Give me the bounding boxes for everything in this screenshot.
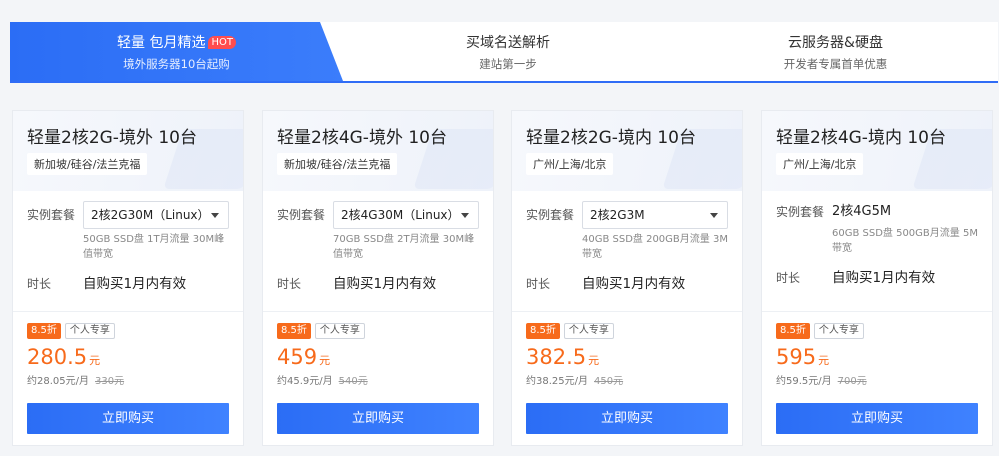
price: 595 xyxy=(776,345,817,369)
divider xyxy=(13,311,243,312)
price: 382.5 xyxy=(526,345,587,369)
tab-title: 云服务器&硬盘 xyxy=(788,35,883,51)
duration-label: 时长 xyxy=(526,277,551,291)
divider xyxy=(512,311,742,312)
discount-badge: 8.5折 xyxy=(776,323,810,339)
price-area: 8.5折 个人专享 595 元 约59.5元/月 700元 xyxy=(776,323,978,387)
price-area: 8.5折 个人专享 382.5 元 约38.25元/月 450元 xyxy=(526,323,728,387)
tab-title-text: 轻量 包月精选 xyxy=(117,35,206,51)
monthly-price: 约28.05元/月 xyxy=(27,376,89,387)
tab-cloud-server[interactable]: 云服务器&硬盘 开发者专属首单优惠 xyxy=(673,22,998,81)
tab-subtitle: 建站第一步 xyxy=(479,57,537,71)
personal-tag: 个人专享 xyxy=(314,323,365,339)
product-card: 轻量2核2G-境外 10台 新加坡/硅谷/法兰克福 实例套餐 2核2G30M（L… xyxy=(12,110,244,446)
region-tag: 广州/上海/北京 xyxy=(526,153,614,175)
card-header: 轻量2核4G-境外 10台 新加坡/硅谷/法兰克福 xyxy=(263,111,493,191)
package-spec: 50GB SSD盘 1T月流量 30M峰值带宽 xyxy=(83,234,225,260)
package-label: 实例套餐 xyxy=(526,208,575,222)
product-card: 轻量2核4G-境内 10台 广州/上海/北京 实例套餐 2核4G5M 60GB … xyxy=(761,110,993,446)
original-price: 450元 xyxy=(594,376,624,387)
divider xyxy=(263,311,493,312)
card-title: 轻量2核4G-境外 10台 xyxy=(277,128,447,148)
duration-value: 自购买1月内有效 xyxy=(333,276,437,292)
price: 280.5 xyxy=(27,345,88,369)
discount-badge: 8.5折 xyxy=(526,323,560,339)
discount-badge: 8.5折 xyxy=(27,323,61,339)
duration-label: 时长 xyxy=(776,271,801,285)
duration-label: 时长 xyxy=(27,277,52,291)
package-select-value: 2核2G3M xyxy=(590,208,645,222)
personal-tag: 个人专享 xyxy=(563,323,614,339)
package-select-value: 2核4G30M（Linux） xyxy=(341,208,460,222)
package-spec: 60GB SSD盘 500GB月流量 5M带宽 xyxy=(832,228,978,254)
duration-value: 自购买1月内有效 xyxy=(582,276,686,292)
product-card: 轻量2核2G-境内 10台 广州/上海/北京 实例套餐 2核2G3M 40GB … xyxy=(511,110,743,446)
card-title: 轻量2核4G-境内 10台 xyxy=(776,128,946,148)
package-spec: 70GB SSD盘 2T月流量 30M峰值带宽 xyxy=(333,234,475,260)
card-header: 轻量2核2G-境外 10台 新加坡/硅谷/法兰克福 xyxy=(13,111,243,191)
duration-value: 自购买1月内有效 xyxy=(83,276,187,292)
price-area: 8.5折 个人专享 280.5 元 约28.05元/月 330元 xyxy=(27,323,229,387)
duration-value: 自购买1月内有效 xyxy=(832,270,936,286)
package-label: 实例套餐 xyxy=(27,208,76,222)
monthly-price: 约38.25元/月 xyxy=(526,376,588,387)
tab-bar: 轻量 包月精选 HOT 境外服务器10台起购 买域名送解析 建站第一步 云服务器&… xyxy=(10,22,998,83)
card-header: 轻量2核2G-境内 10台 广州/上海/北京 xyxy=(512,111,742,191)
package-select[interactable]: 2核2G3M xyxy=(582,201,728,229)
duration-label: 时长 xyxy=(277,277,302,291)
package-label: 实例套餐 xyxy=(776,205,825,219)
buy-button[interactable]: 立即购买 xyxy=(526,403,728,434)
hot-badge: HOT xyxy=(208,36,236,49)
region-tag: 新加坡/硅谷/法兰克福 xyxy=(27,153,148,175)
buy-button[interactable]: 立即购买 xyxy=(27,403,229,434)
tab-title: 轻量 包月精选 HOT xyxy=(10,34,343,52)
chevron-down-icon xyxy=(710,213,718,218)
divider xyxy=(762,311,992,312)
chevron-down-icon xyxy=(211,213,219,218)
product-card: 轻量2核4G-境外 10台 新加坡/硅谷/法兰克福 实例套餐 2核4G30M（L… xyxy=(262,110,494,446)
price: 459 xyxy=(277,345,318,369)
original-price: 540元 xyxy=(338,376,368,387)
buy-button[interactable]: 立即购买 xyxy=(277,403,479,434)
package-select[interactable]: 2核4G30M（Linux） xyxy=(333,201,479,229)
price-unit: 元 xyxy=(319,354,331,367)
card-title: 轻量2核2G-境内 10台 xyxy=(526,128,696,148)
package-select-value: 2核2G30M（Linux） xyxy=(91,208,210,222)
buy-button[interactable]: 立即购买 xyxy=(776,403,978,434)
card-body: 实例套餐 2核4G5M 60GB SSD盘 500GB月流量 5M带宽 时长 自… xyxy=(762,191,992,311)
tab-title: 买域名送解析 xyxy=(466,35,550,51)
personal-tag: 个人专享 xyxy=(813,323,864,339)
package-value: 2核4G5M xyxy=(832,204,892,219)
card-body: 实例套餐 2核4G30M（Linux） 70GB SSD盘 2T月流量 30M峰… xyxy=(263,191,493,311)
card-body: 实例套餐 2核2G3M 40GB SSD盘 200GB月流量 3M带宽 时长 自… xyxy=(512,191,742,311)
tab-lightweight-monthly[interactable]: 轻量 包月精选 HOT 境外服务器10台起购 xyxy=(10,22,343,81)
original-price: 330元 xyxy=(95,376,125,387)
tab-subtitle: 开发者专属首单优惠 xyxy=(783,57,888,71)
tab-subtitle: 境外服务器10台起购 xyxy=(123,57,230,71)
package-spec: 40GB SSD盘 200GB月流量 3M带宽 xyxy=(582,234,728,260)
card-title: 轻量2核2G-境外 10台 xyxy=(27,128,197,148)
tab-domain[interactable]: 买域名送解析 建站第一步 xyxy=(343,22,673,81)
card-body: 实例套餐 2核2G30M（Linux） 50GB SSD盘 1T月流量 30M峰… xyxy=(13,191,243,311)
original-price: 700元 xyxy=(837,376,867,387)
monthly-price: 约59.5元/月 xyxy=(776,376,832,387)
package-select[interactable]: 2核2G30M（Linux） xyxy=(83,201,229,229)
monthly-price: 约45.9元/月 xyxy=(277,376,333,387)
package-label: 实例套餐 xyxy=(277,208,326,222)
price-area: 8.5折 个人专享 459 元 约45.9元/月 540元 xyxy=(277,323,479,387)
region-tag: 广州/上海/北京 xyxy=(776,153,864,175)
chevron-down-icon xyxy=(461,213,469,218)
personal-tag: 个人专享 xyxy=(64,323,115,339)
price-unit: 元 xyxy=(818,354,830,367)
region-tag: 新加坡/硅谷/法兰克福 xyxy=(277,153,398,175)
discount-badge: 8.5折 xyxy=(277,323,311,339)
price-unit: 元 xyxy=(588,354,600,367)
card-header: 轻量2核4G-境内 10台 广州/上海/北京 xyxy=(762,111,992,191)
price-unit: 元 xyxy=(89,354,101,367)
